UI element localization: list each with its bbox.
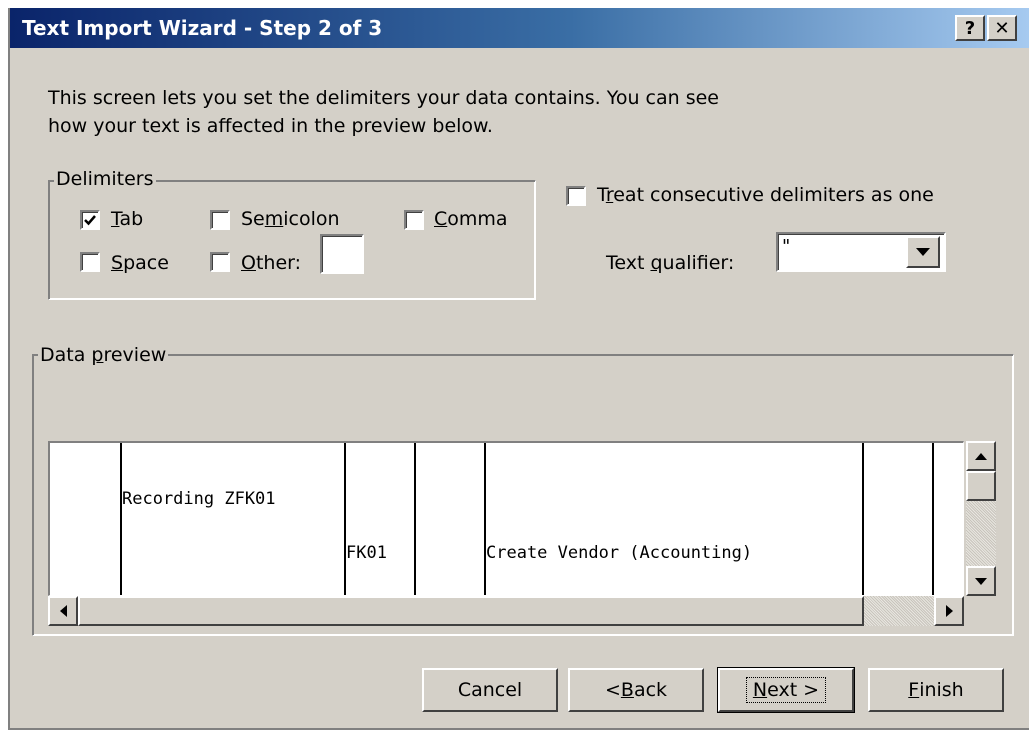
other-checkbox[interactable] xyxy=(210,252,230,272)
space-checkbox[interactable] xyxy=(80,252,100,272)
checkmark-icon xyxy=(84,215,96,226)
intro-line-2: how your text is affected in the preview… xyxy=(48,115,493,137)
horizontal-scroll-thumb[interactable] xyxy=(78,596,864,626)
column-separator xyxy=(484,443,486,595)
delimiters-group xyxy=(48,180,536,300)
text-qualifier-dropdown-button[interactable] xyxy=(906,236,940,268)
arrow-up-icon xyxy=(975,452,987,460)
horizontal-scroll-track[interactable] xyxy=(864,596,934,626)
comma-label[interactable]: Comma xyxy=(434,208,508,230)
column-separator xyxy=(344,443,346,595)
arrow-left-icon xyxy=(59,605,67,617)
question-mark-icon: ? xyxy=(964,17,976,39)
intro-line-1: This screen lets you set the delimiters … xyxy=(48,87,719,109)
column-separator xyxy=(120,443,122,595)
semicolon-checkbox[interactable] xyxy=(210,210,230,230)
scroll-right-button[interactable] xyxy=(934,596,964,626)
text-import-wizard-dialog: Text Import Wizard - Step 2 of 3 ? ✕ Thi… xyxy=(8,8,1029,730)
text-qualifier-label: Text qualifier: xyxy=(606,252,735,274)
cancel-button[interactable]: Cancel xyxy=(422,668,558,712)
vertical-scrollbar[interactable] xyxy=(964,441,998,596)
scroll-up-button[interactable] xyxy=(966,441,996,471)
next-button[interactable]: Next > xyxy=(717,667,855,713)
chevron-down-icon xyxy=(916,247,930,256)
focus-indicator: Next > xyxy=(745,677,827,703)
scroll-down-button[interactable] xyxy=(966,566,996,596)
close-button[interactable]: ✕ xyxy=(987,15,1017,41)
tab-checkbox[interactable] xyxy=(80,210,100,230)
vertical-scroll-thumb[interactable] xyxy=(966,471,996,501)
column-separator xyxy=(932,443,934,595)
tab-label[interactable]: Tab xyxy=(111,208,143,230)
back-button[interactable]: < Back xyxy=(568,668,704,712)
other-delimiter-input[interactable] xyxy=(320,234,364,274)
treat-consecutive-checkbox[interactable] xyxy=(566,186,586,206)
semicolon-label[interactable]: Semicolon xyxy=(241,208,340,230)
close-icon: ✕ xyxy=(994,17,1010,39)
preview-cell: Recording ZFK01 xyxy=(122,489,276,509)
text-qualifier-select[interactable]: " xyxy=(776,232,946,272)
data-preview-grid[interactable]: Recording ZFK01 FK01 Create Vendor (Acco… xyxy=(48,441,964,596)
delimiters-legend: Delimiters xyxy=(54,168,156,190)
preview-cell: FK01 xyxy=(346,543,387,563)
column-separator xyxy=(862,443,864,595)
finish-button[interactable]: Finish xyxy=(868,668,1004,712)
intro-text: This screen lets you set the delimiters … xyxy=(48,84,719,140)
scroll-left-button[interactable] xyxy=(48,596,78,626)
treat-consecutive-label[interactable]: Treat consecutive delimiters as one xyxy=(597,184,934,206)
title-bar[interactable]: Text Import Wizard - Step 2 of 3 ? ✕ xyxy=(10,8,1029,48)
preview-cell: Create Vendor (Accounting) xyxy=(486,543,753,563)
data-preview-legend: Data preview xyxy=(38,344,169,366)
text-qualifier-value: " xyxy=(782,236,791,257)
column-separator xyxy=(414,443,416,595)
comma-checkbox[interactable] xyxy=(404,210,424,230)
other-label[interactable]: Other: xyxy=(241,252,301,274)
help-button[interactable]: ? xyxy=(955,15,985,41)
horizontal-scrollbar[interactable] xyxy=(48,596,964,626)
arrow-down-icon xyxy=(975,577,987,585)
vertical-scroll-track[interactable] xyxy=(966,501,996,566)
window-title: Text Import Wizard - Step 2 of 3 xyxy=(22,16,383,40)
space-label[interactable]: Space xyxy=(111,252,169,274)
arrow-right-icon xyxy=(945,605,953,617)
